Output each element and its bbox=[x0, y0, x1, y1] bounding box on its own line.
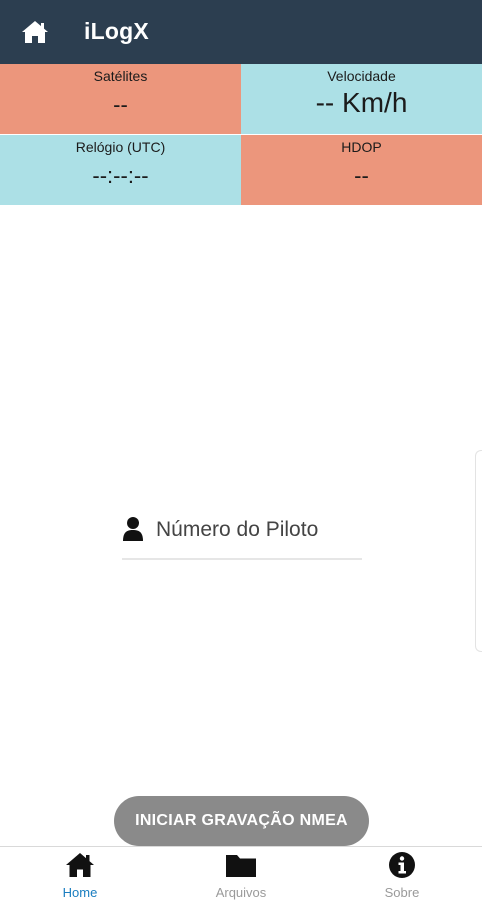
pilot-number-field[interactable] bbox=[122, 510, 362, 560]
app-title: iLogX bbox=[84, 18, 149, 44]
folder-icon bbox=[226, 855, 256, 877]
top-app-bar: iLogX bbox=[0, 0, 482, 64]
hdop-value: -- bbox=[354, 163, 369, 188]
home-icon bbox=[22, 21, 48, 43]
nav-label-about: Sobre bbox=[384, 885, 420, 900]
speed-value: -- Km/h bbox=[315, 87, 408, 118]
nav-label-files: Arquivos bbox=[215, 885, 267, 900]
side-drawer-handle[interactable] bbox=[475, 450, 482, 652]
info-icon bbox=[389, 852, 415, 878]
satellites-value: -- bbox=[113, 92, 128, 117]
clock-cell: Relógio (UTC) --:--:-- bbox=[0, 135, 241, 205]
pilot-number-input[interactable] bbox=[156, 514, 356, 546]
clock-label: Relógio (UTC) bbox=[75, 139, 166, 155]
home-icon bbox=[66, 853, 94, 877]
speed-cell: Velocidade -- Km/h bbox=[241, 64, 482, 134]
bottom-navigation: Home Arquivos Sobre bbox=[0, 846, 482, 900]
app-screen: iLogX Satélites -- Velocidade -- Km/h Re… bbox=[0, 0, 482, 900]
clock-value: --:--:-- bbox=[92, 163, 149, 188]
nav-label-home: Home bbox=[62, 885, 98, 900]
nav-tab-home[interactable]: Home bbox=[0, 847, 160, 900]
user-icon bbox=[123, 517, 143, 541]
hdop-cell: HDOP -- bbox=[241, 135, 482, 205]
pilot-field-underline bbox=[122, 558, 362, 560]
home-button[interactable] bbox=[20, 18, 50, 46]
gps-stats-grid: Satélites -- Velocidade -- Km/h Relógio … bbox=[0, 64, 482, 205]
nav-tab-about[interactable]: Sobre bbox=[322, 847, 482, 900]
satellites-label: Satélites bbox=[93, 68, 148, 84]
hdop-label: HDOP bbox=[341, 139, 382, 155]
satellites-cell: Satélites -- bbox=[0, 64, 241, 134]
nav-tab-files[interactable]: Arquivos bbox=[161, 847, 321, 900]
speed-label: Velocidade bbox=[327, 68, 396, 84]
start-nmea-recording-button[interactable]: INICIAR GRAVAÇÃO NMEA bbox=[114, 796, 369, 846]
